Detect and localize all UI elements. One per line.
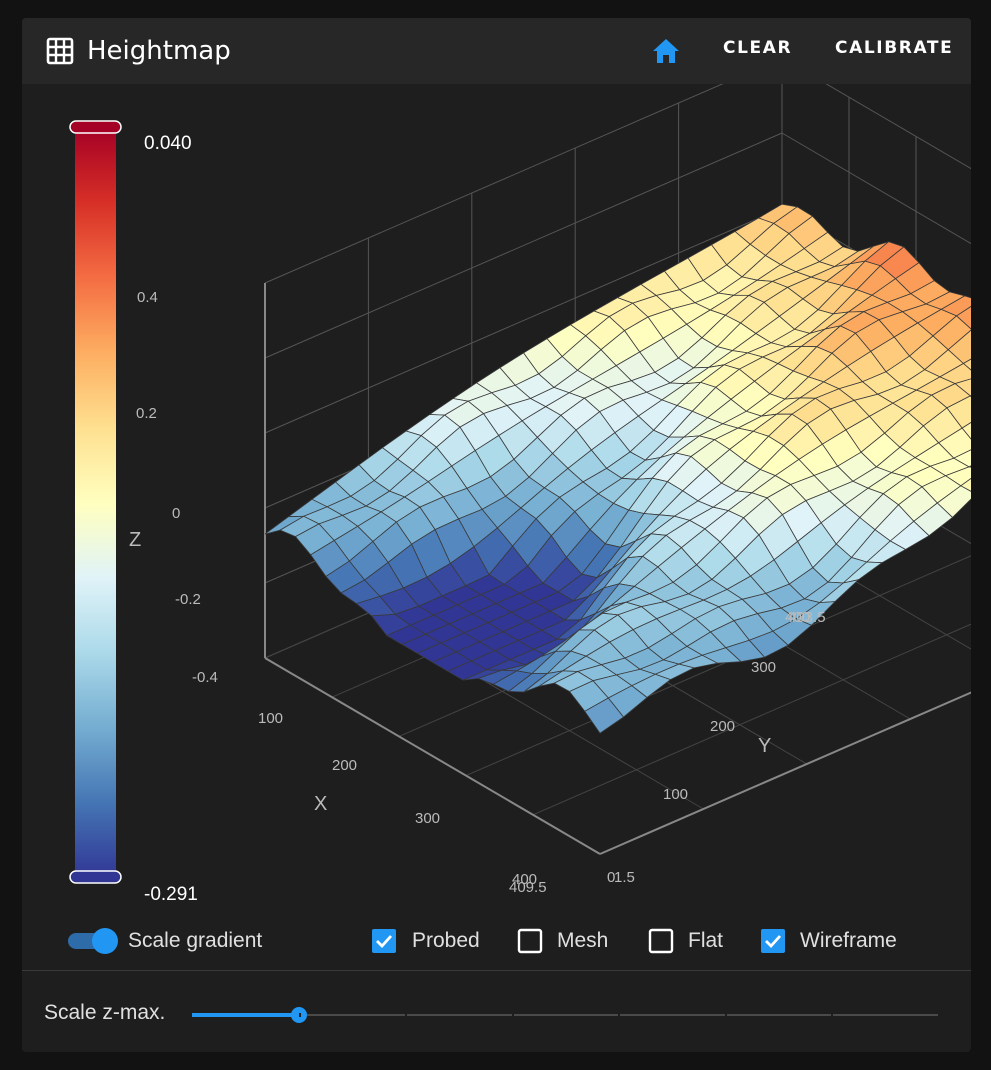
scale-zmax-row: Scale z-max. bbox=[22, 971, 971, 1052]
surface-mesh bbox=[264, 203, 971, 734]
z-tick-label: -0.4 bbox=[192, 669, 218, 686]
slider-tick bbox=[511, 1013, 514, 1017]
plot-canvas[interactable]: 0.40.20-0.2-0.4Z100200300400409.5X 100200… bbox=[22, 57, 971, 914]
y-tick-label: 1.5 bbox=[614, 869, 635, 886]
scale-zmax-label: Scale z-max. bbox=[44, 1001, 166, 1024]
x-axis-title: X bbox=[314, 793, 327, 815]
flat-checkbox[interactable] bbox=[648, 928, 674, 954]
mesh-label: Mesh bbox=[557, 929, 609, 952]
heightmap-card: Heightmap CLEAR CALIBRATE 0.4 0.2 0 -0.2… bbox=[22, 18, 971, 1052]
z-tick-label: -0.2 bbox=[175, 591, 201, 608]
colorbar-max-handle[interactable] bbox=[69, 120, 122, 134]
y-tick-label: 100 bbox=[663, 786, 688, 803]
x-tick-label: 300 bbox=[415, 810, 440, 827]
card-toolbar: Heightmap CLEAR CALIBRATE bbox=[22, 18, 971, 84]
x-tick-label: 409.5 bbox=[509, 879, 547, 896]
display-controls: Scale gradient Probed Mesh Flat Wirefram… bbox=[22, 914, 971, 970]
colorbar bbox=[75, 128, 116, 878]
colorbar-max-label: 0.040 bbox=[144, 133, 192, 154]
y-tick-label: 200 bbox=[710, 718, 735, 735]
scale-gradient-switch[interactable] bbox=[68, 928, 124, 954]
colorbar-min-label: -0.291 bbox=[144, 884, 198, 905]
slider-tick bbox=[618, 1013, 621, 1017]
z-axis-title: Z bbox=[129, 529, 141, 551]
probed-checkbox[interactable] bbox=[371, 928, 397, 954]
switch-knob bbox=[92, 928, 118, 954]
probed-label: Probed bbox=[412, 929, 480, 952]
slider-tick bbox=[724, 1013, 727, 1017]
y-tick-label: 300 bbox=[751, 659, 776, 676]
slider-fill bbox=[192, 1013, 299, 1017]
grid-icon bbox=[46, 37, 74, 65]
x-tick-label: 100 bbox=[258, 710, 283, 727]
wireframe-label: Wireframe bbox=[800, 929, 897, 952]
z-tick-label: 0 bbox=[172, 505, 180, 522]
mesh-checkbox[interactable] bbox=[517, 928, 543, 954]
z-tick-label: 0.2 bbox=[136, 405, 157, 422]
scale-gradient-label: Scale gradient bbox=[128, 929, 263, 952]
calibrate-button[interactable]: CALIBRATE bbox=[835, 38, 953, 58]
colorbar-min-handle[interactable] bbox=[69, 870, 122, 884]
card-title: Heightmap bbox=[87, 36, 231, 66]
home-icon[interactable] bbox=[646, 34, 686, 68]
x-tick-label: 200 bbox=[332, 757, 357, 774]
heightmap-plot[interactable]: 0.4 0.2 0 -0.2 -0.4 Z 100 200 300 400 409.5 X 100 200… bbox=[22, 57, 971, 914]
y-tick-label: 403.5 bbox=[788, 609, 826, 626]
scale-zmax-slider[interactable] bbox=[192, 1005, 938, 1025]
flat-label: Flat bbox=[688, 929, 724, 952]
z-tick-label: 0.4 bbox=[137, 289, 158, 306]
slider-tick bbox=[831, 1013, 834, 1017]
y-axis-title: Y bbox=[758, 735, 771, 757]
wireframe-checkbox[interactable] bbox=[760, 928, 786, 954]
slider-tick bbox=[298, 1013, 301, 1017]
clear-button[interactable]: CLEAR bbox=[723, 38, 792, 58]
slider-tick bbox=[405, 1013, 408, 1017]
